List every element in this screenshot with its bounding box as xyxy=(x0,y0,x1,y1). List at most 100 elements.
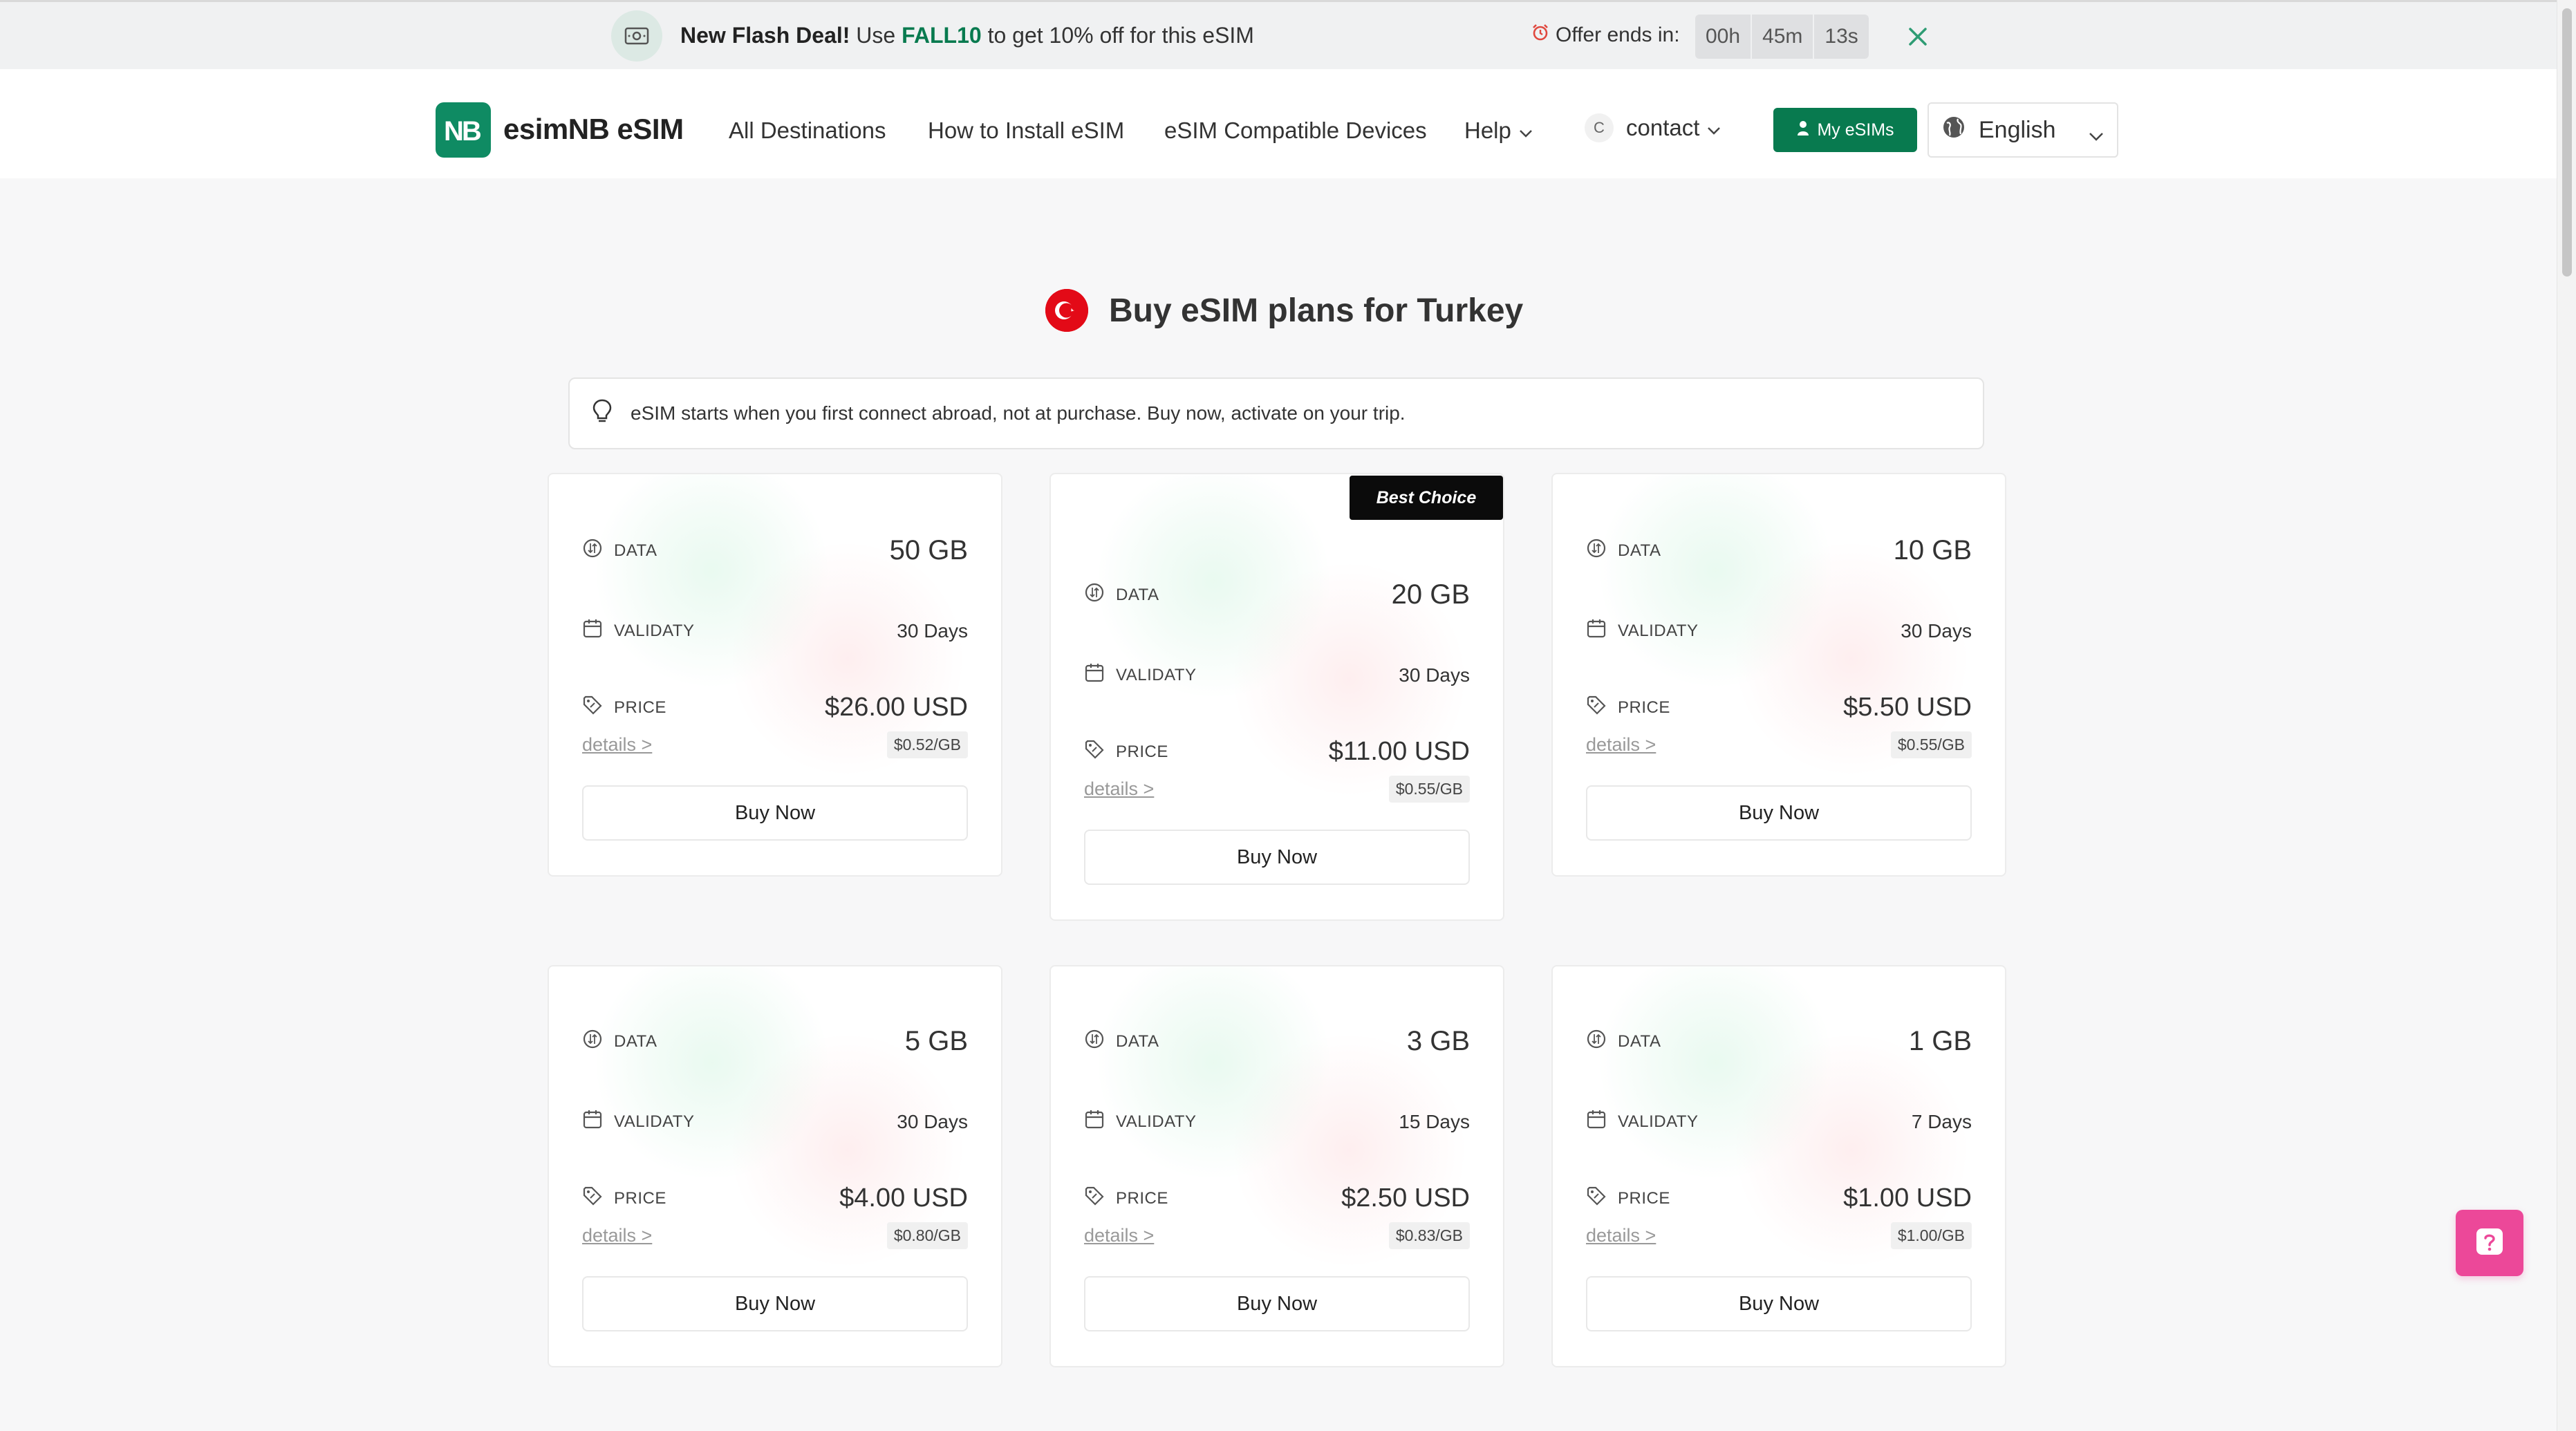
validity-label-text: VALIDATY xyxy=(1618,1112,1699,1131)
details-link[interactable]: details > xyxy=(582,734,652,756)
calendar-icon xyxy=(1084,662,1105,688)
offer-countdown-label: Offer ends in: xyxy=(1531,23,1680,48)
vertical-scrollbar[interactable] xyxy=(2557,0,2576,1431)
validity-row: VALIDATY 30 Days xyxy=(1084,662,1470,688)
validity-label: VALIDATY xyxy=(1084,1109,1196,1134)
nav-contact[interactable]: C contact xyxy=(1585,113,1721,142)
nav-all-destinations[interactable]: All Destinations xyxy=(729,118,886,144)
logo[interactable]: NB xyxy=(436,102,491,158)
price-label: PRICE xyxy=(582,695,666,720)
plan-validity-value: 7 Days xyxy=(1911,1110,1972,1132)
buy-now-button[interactable]: Buy Now xyxy=(582,1276,968,1331)
brand-name[interactable]: esimNB eSIM xyxy=(503,113,684,146)
data-icon xyxy=(582,538,603,563)
details-link[interactable]: details > xyxy=(582,1225,652,1246)
plan-price-value: $4.00 USD xyxy=(839,1184,968,1213)
details-row: details > $0.80/GB xyxy=(582,1222,968,1249)
price-per-gb: $0.83/GB xyxy=(1388,1222,1470,1249)
scrollbar-thumb[interactable] xyxy=(2562,8,2572,277)
validity-label-text: VALIDATY xyxy=(1116,665,1197,684)
price-tag-icon xyxy=(1084,739,1105,765)
alarm-clock-icon xyxy=(1531,23,1550,48)
data-label: DATA xyxy=(582,538,657,563)
price-label: PRICE xyxy=(582,1186,666,1211)
timer-minutes: 45m xyxy=(1752,15,1813,59)
promo-text-after: to get 10% off for this eSIM xyxy=(987,23,1254,48)
price-label: PRICE xyxy=(1084,1186,1168,1211)
site-header: NB esimNB eSIM All Destinations How to I… xyxy=(0,69,2557,178)
plan-data-value: 10 GB xyxy=(1893,535,1972,565)
validity-label: VALIDATY xyxy=(1586,618,1698,644)
validity-label-text: VALIDATY xyxy=(1116,1112,1197,1131)
details-row: details > $0.52/GB xyxy=(582,731,968,758)
page-title: Buy eSIM plans for Turkey xyxy=(1109,292,1524,329)
best-choice-badge: Best Choice xyxy=(1350,476,1503,520)
plan-price-value: $5.50 USD xyxy=(1843,693,1972,722)
details-row: details > $1.00/GB xyxy=(1586,1222,1972,1249)
promo-message: New Flash Deal! Use FALL10 to get 10% of… xyxy=(680,23,1254,48)
calendar-icon xyxy=(582,618,603,644)
data-row: DATA 10 GB xyxy=(1586,535,1972,566)
validity-label-text: VALIDATY xyxy=(1618,621,1699,640)
data-label-text: DATA xyxy=(1116,585,1159,604)
price-per-gb: $0.55/GB xyxy=(1890,731,1972,758)
globe-icon xyxy=(1941,115,1966,146)
calendar-icon xyxy=(1084,1109,1105,1134)
my-esims-label: My eSIMs xyxy=(1817,120,1894,140)
data-icon xyxy=(1084,582,1105,608)
nav-compatible-devices[interactable]: eSIM Compatible Devices xyxy=(1164,118,1427,144)
details-row: details > $0.55/GB xyxy=(1084,776,1470,803)
my-esims-button[interactable]: My eSIMs xyxy=(1773,108,1917,152)
page-title-row: Buy eSIM plans for Turkey xyxy=(1045,289,1523,332)
price-label: PRICE xyxy=(1586,695,1670,720)
details-link[interactable]: details > xyxy=(1586,734,1656,756)
language-select[interactable]: English xyxy=(1928,102,2118,158)
details-link[interactable]: details > xyxy=(1084,778,1154,800)
details-link[interactable]: details > xyxy=(1084,1225,1154,1246)
chevron-down-icon xyxy=(1518,118,1533,144)
data-label-text: DATA xyxy=(1618,541,1661,560)
nav-help-label: Help xyxy=(1464,118,1511,143)
chevron-down-icon xyxy=(2088,122,2104,149)
data-icon xyxy=(1586,1029,1607,1054)
price-tag-icon xyxy=(1586,1186,1607,1211)
ticket-icon xyxy=(611,10,662,62)
price-row: PRICE $2.50 USD xyxy=(1084,1184,1470,1213)
details-link[interactable]: details > xyxy=(1586,1225,1656,1246)
plan-price-value: $11.00 USD xyxy=(1328,737,1470,766)
help-chat-button[interactable] xyxy=(2456,1210,2523,1276)
validity-row: VALIDATY 15 Days xyxy=(1084,1109,1470,1134)
data-label-text: DATA xyxy=(614,541,657,560)
validity-label-text: VALIDATY xyxy=(614,1112,695,1131)
buy-now-button[interactable]: Buy Now xyxy=(582,785,968,841)
calendar-icon xyxy=(1586,1109,1607,1134)
buy-now-button[interactable]: Buy Now xyxy=(1586,785,1972,841)
price-tag-icon xyxy=(582,1186,603,1211)
plan-validity-value: 30 Days xyxy=(897,619,968,642)
plan-price-value: $2.50 USD xyxy=(1341,1184,1470,1213)
timer-hours: 00h xyxy=(1695,15,1751,59)
nav-help[interactable]: Help xyxy=(1464,118,1533,144)
price-label-text: PRICE xyxy=(1618,1188,1670,1208)
data-label-text: DATA xyxy=(614,1031,657,1051)
price-per-gb: $0.80/GB xyxy=(886,1222,968,1249)
offer-label: Offer ends in: xyxy=(1556,24,1680,46)
validity-row: VALIDATY 30 Days xyxy=(582,1109,968,1134)
promo-text-before: Use xyxy=(856,23,896,48)
buy-now-button[interactable]: Buy Now xyxy=(1084,830,1470,885)
validity-label-text: VALIDATY xyxy=(614,621,695,640)
price-per-gb: $1.00/GB xyxy=(1890,1222,1972,1249)
price-row: PRICE $5.50 USD xyxy=(1586,693,1972,722)
buy-now-button[interactable]: Buy Now xyxy=(1084,1276,1470,1331)
turkey-flag-icon xyxy=(1045,289,1088,332)
nav-compatible-devices-label: eSIM Compatible Devices xyxy=(1164,118,1427,143)
data-label: DATA xyxy=(582,1029,657,1054)
nav-how-to-install[interactable]: How to Install eSIM xyxy=(928,118,1124,144)
plan-card: DATA 1 GB VALIDATY 7 Days PRICE $1.00 US… xyxy=(1551,965,2006,1367)
nav-contact-label: contact xyxy=(1626,115,1700,140)
plan-data-value: 1 GB xyxy=(1908,1026,1972,1056)
plan-price-value: $1.00 USD xyxy=(1843,1184,1972,1213)
close-icon[interactable] xyxy=(1904,23,1932,50)
plan-data-value: 20 GB xyxy=(1391,579,1470,610)
buy-now-button[interactable]: Buy Now xyxy=(1586,1276,1972,1331)
